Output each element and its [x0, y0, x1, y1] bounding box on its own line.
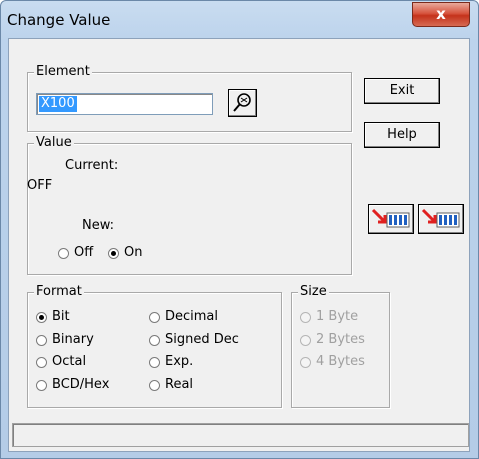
format-decimal-radio[interactable]: [149, 312, 160, 323]
exit-button[interactable]: Exit: [364, 78, 440, 104]
search-button[interactable]: [228, 89, 257, 117]
format-bit-radio[interactable]: [36, 312, 47, 323]
element-input-value: X100: [39, 96, 77, 112]
format-signed-dec-radio[interactable]: [149, 335, 160, 346]
format-exp-label[interactable]: Exp.: [165, 354, 193, 370]
format-signed-dec-label[interactable]: Signed Dec: [165, 332, 239, 348]
value-off-label[interactable]: Off: [74, 245, 93, 261]
size-2-bytes-label[interactable]: 2 Bytes: [316, 332, 365, 348]
size-group-label: Size: [298, 284, 329, 299]
new-label: New:: [82, 218, 115, 233]
element-group-label: Element: [34, 64, 92, 79]
search-zoom-icon: [233, 93, 251, 112]
help-button[interactable]: Help: [364, 122, 440, 148]
current-label: Current:: [65, 158, 119, 173]
size-4-bytes-label[interactable]: 4 Bytes: [316, 354, 365, 370]
format-bcdhex-label[interactable]: BCD/Hex: [52, 377, 109, 393]
value-on-label[interactable]: On: [124, 245, 142, 261]
window-title: Change Value: [7, 11, 111, 29]
format-group-label: Format: [34, 284, 84, 299]
value-on-radio[interactable]: [108, 248, 119, 259]
format-bcdhex-radio[interactable]: [36, 380, 47, 391]
format-binary-radio[interactable]: [36, 335, 47, 346]
element-input[interactable]: X100: [36, 93, 213, 115]
size-2-bytes-radio[interactable]: [300, 335, 311, 346]
format-decimal-label[interactable]: Decimal: [165, 309, 218, 325]
write-arrow-icon: [421, 208, 460, 228]
size-4-bytes-radio[interactable]: [300, 357, 311, 368]
value-group-label: Value: [34, 135, 74, 150]
write-button-1[interactable]: [368, 204, 414, 234]
size-1-byte-radio[interactable]: [300, 312, 311, 323]
size-1-byte-label[interactable]: 1 Byte: [316, 309, 358, 325]
format-real-radio[interactable]: [149, 380, 160, 391]
current-value: OFF: [27, 178, 53, 193]
status-bar: [12, 423, 469, 447]
write-arrow-icon: [371, 208, 410, 228]
format-bit-label[interactable]: Bit: [52, 309, 70, 325]
value-off-radio[interactable]: [58, 248, 69, 259]
format-octal-label[interactable]: Octal: [52, 354, 86, 370]
format-binary-label[interactable]: Binary: [52, 332, 94, 348]
write-button-2[interactable]: [418, 204, 464, 234]
format-exp-radio[interactable]: [149, 357, 160, 368]
format-real-label[interactable]: Real: [165, 377, 193, 393]
format-octal-radio[interactable]: [36, 357, 47, 368]
close-button[interactable]: x: [412, 2, 470, 27]
